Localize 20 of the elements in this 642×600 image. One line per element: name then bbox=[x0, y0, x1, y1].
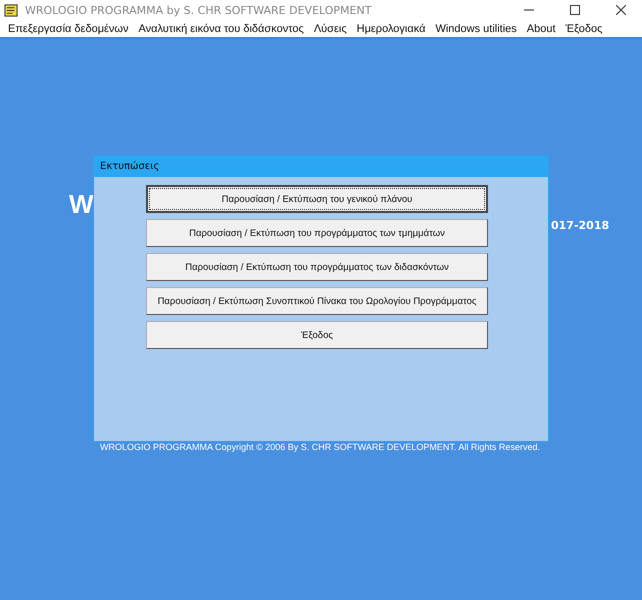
heading-text: W bbox=[69, 191, 94, 217]
menu-item[interactable]: Windows utilities bbox=[435, 22, 517, 34]
menu-item[interactable]: Έξοδος bbox=[566, 22, 602, 34]
menu-item[interactable]: Επεξεργασία δεδομένων bbox=[8, 22, 129, 34]
menu-button[interactable]: Έξοδος bbox=[146, 321, 488, 349]
year-text: 017-2018 bbox=[551, 219, 610, 232]
menu-item[interactable]: Ημερολογιακά bbox=[356, 22, 426, 34]
menu-button[interactable]: Παρουσίαση / Εκτύπωση του γενικού πλάνου bbox=[146, 185, 488, 213]
copyright-text: WROLOGIO PROGRAMMA Copyright © 2006 By S. CHR SOFTWARE DEVELOPMENT. All Rights Reserved. bbox=[99, 442, 541, 452]
menu-item[interactable]: Λύσεις bbox=[314, 22, 347, 34]
menu-button[interactable]: Παρουσίαση / Εκτύπωση Συνοπτικού Πίνακα του Ωρολογίου Προγράμματος bbox=[146, 287, 488, 315]
window-title: WROLOGIO PROGRAMMA by S. CHR SOFTWARE DEVELOPMENT bbox=[25, 4, 372, 16]
maximize-icon[interactable] bbox=[570, 5, 580, 15]
menu-button[interactable]: Παρουσίαση / Εκτύπωση του προγράμματος των διδασκόντων bbox=[146, 253, 488, 281]
menu-item[interactable]: Αναλυτική εικόνα του διδάσκοντος bbox=[138, 22, 304, 34]
dialog-title: Εκτυπώσεις bbox=[100, 161, 160, 172]
close-icon[interactable] bbox=[616, 5, 626, 15]
menu-item[interactable]: About bbox=[526, 22, 556, 34]
app-icon bbox=[4, 2, 19, 18]
menu-button[interactable]: Παρουσίαση / Εκτύπωση του προγράμματος των τμημμάτων bbox=[146, 219, 488, 247]
